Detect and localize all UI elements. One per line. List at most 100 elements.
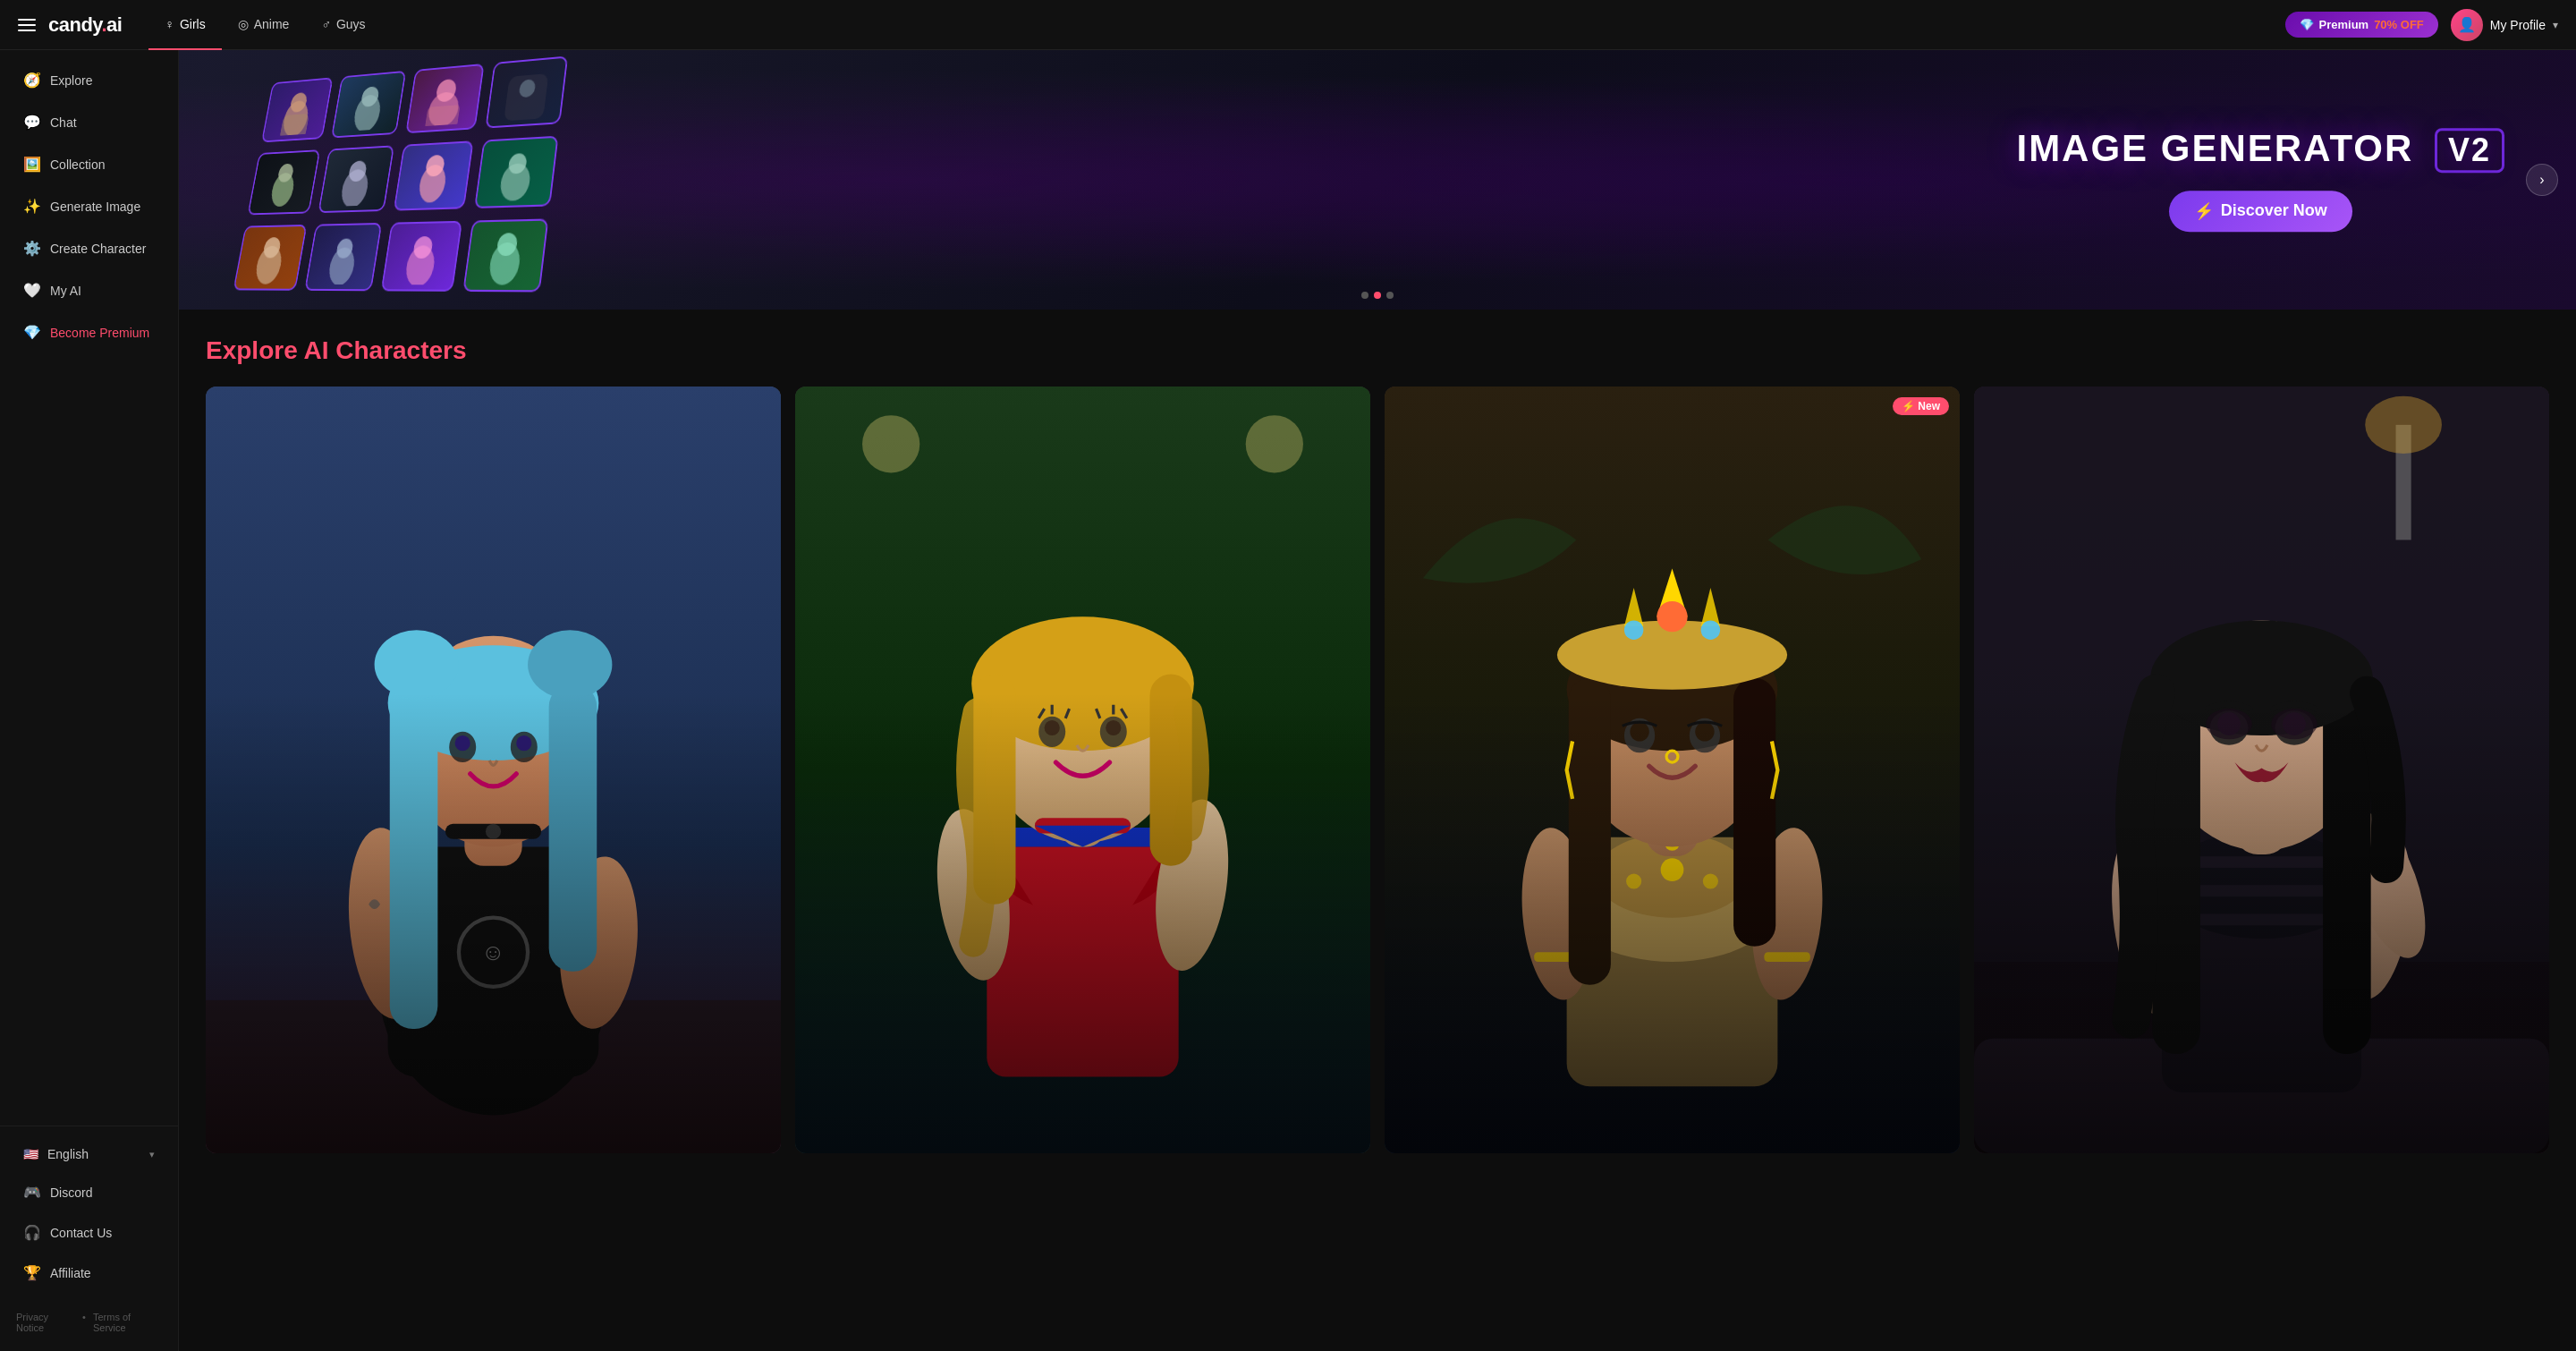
discover-icon: ⚡ (2194, 201, 2214, 221)
character-card-arabian[interactable]: ⚡ New (1385, 387, 1960, 1153)
phone-card (381, 221, 462, 292)
collection-icon: 🖼️ (23, 156, 41, 173)
char-image-3 (1385, 387, 1960, 1153)
card-gradient-4 (1974, 693, 2549, 1153)
banner-dot-3[interactable] (1386, 292, 1394, 299)
phone-card (405, 64, 484, 133)
char-image-2 (795, 387, 1370, 1153)
banner: IMAGE GENERATOR V2 ⚡ Discover Now › (179, 50, 2576, 310)
privacy-link[interactable]: Privacy Notice (16, 1312, 75, 1333)
sidebar-item-chat[interactable]: 💬 Chat (7, 103, 171, 141)
phone-grid (233, 55, 572, 297)
phone-card (485, 55, 568, 128)
sidebar-item-my-ai[interactable]: 🤍 My AI (7, 271, 171, 310)
svg-point-86 (1657, 601, 1687, 632)
nav-girls[interactable]: ♀ Girls (148, 0, 221, 50)
premium-sidebar-icon: 💎 (23, 324, 41, 341)
sidebar-item-become-premium[interactable]: 💎 Become Premium (7, 313, 171, 352)
avatar: 👤 (2451, 9, 2483, 41)
logo[interactable]: candy.ai (48, 13, 122, 37)
footer-separator: • (82, 1312, 86, 1333)
profile-chevron-icon: ▾ (2553, 19, 2558, 31)
banner-text: IMAGE GENERATOR V2 ⚡ Discover Now (2016, 128, 2504, 232)
profile-name: My Profile (2490, 18, 2546, 32)
character-card-cheerleader[interactable] (795, 387, 1370, 1153)
header: candy.ai ♀ Girls ◎ Anime ♂ Guys 💎 Premiu… (0, 0, 2576, 50)
generate-icon: ✨ (23, 198, 41, 215)
card-gradient-3 (1385, 693, 1960, 1153)
flag-icon: 🇺🇸 (23, 1147, 38, 1161)
sidebar-item-generate-image[interactable]: ✨ Generate Image (7, 187, 171, 225)
section-title-rest: AI Characters (303, 336, 466, 364)
sidebar-footer: Privacy Notice • Terms of Service (0, 1303, 178, 1342)
svg-point-97 (2365, 396, 2442, 454)
language-chevron-icon: ▾ (149, 1149, 155, 1160)
my-ai-icon: 🤍 (23, 282, 41, 299)
affiliate-icon: 🏆 (23, 1264, 41, 1281)
phone-card (462, 218, 548, 292)
phone-card (304, 223, 382, 291)
phone-card (394, 140, 474, 210)
banner-dot-1[interactable] (1361, 292, 1368, 299)
sidebar: 🧭 Explore 💬 Chat 🖼️ Collection ✨ Generat… (0, 50, 179, 1351)
banner-dot-2[interactable] (1374, 292, 1381, 299)
svg-rect-7 (424, 105, 460, 126)
sidebar-item-create-character[interactable]: ⚙️ Create Character (7, 229, 171, 268)
character-card-dark-beauty[interactable] (1974, 387, 2549, 1153)
nav-guys[interactable]: ♂ Guys (305, 0, 381, 50)
profile-area[interactable]: 👤 My Profile ▾ (2451, 9, 2558, 41)
phone-card (261, 77, 333, 142)
explore-icon: 🧭 (23, 72, 41, 89)
main-nav: ♀ Girls ◎ Anime ♂ Guys (148, 0, 2284, 50)
banner-next-arrow[interactable]: › (2526, 164, 2558, 196)
explore-section: Explore AI Characters (179, 310, 2576, 1171)
svg-point-37 (375, 630, 459, 699)
banner-dots (1361, 292, 1394, 299)
banner-phones (206, 50, 1524, 310)
layout: 🧭 Explore 💬 Chat 🖼️ Collection ✨ Generat… (0, 50, 2576, 1351)
svg-rect-2 (279, 114, 309, 136)
nav-anime[interactable]: ◎ Anime (222, 0, 306, 50)
new-badge: ⚡ New (1893, 397, 1949, 415)
sidebar-bottom: 🇺🇸 English ▾ 🎮 Discord 🎧 Contact Us 🏆 Af… (0, 1126, 178, 1303)
header-right: 💎 Premium 70% OFF 👤 My Profile ▾ (2285, 9, 2559, 41)
svg-point-88 (1701, 620, 1720, 639)
discord-icon: 🎮 (23, 1184, 41, 1201)
phone-card (318, 145, 394, 213)
sidebar-item-affiliate[interactable]: 🏆 Affiliate (7, 1253, 171, 1292)
sidebar-item-collection[interactable]: 🖼️ Collection (7, 145, 171, 183)
girls-icon: ♀ (165, 17, 174, 31)
main-content: IMAGE GENERATOR V2 ⚡ Discover Now › (179, 50, 2576, 1351)
phone-card (248, 149, 321, 215)
phone-card (474, 136, 558, 208)
svg-point-87 (1624, 620, 1643, 639)
phone-card (331, 71, 406, 139)
discover-now-button[interactable]: ⚡ Discover Now (2169, 191, 2352, 232)
terms-link[interactable]: Terms of Service (93, 1312, 162, 1333)
card-gradient-1 (206, 693, 781, 1153)
premium-icon: 💎 (2300, 18, 2314, 31)
sidebar-item-discord[interactable]: 🎮 Discord (7, 1173, 171, 1211)
sidebar-item-contact-us[interactable]: 🎧 Contact Us (7, 1213, 171, 1252)
char-image-1: ☺ (206, 387, 781, 1153)
svg-point-38 (528, 630, 612, 699)
char-image-4 (1974, 387, 2549, 1153)
create-character-icon: ⚙️ (23, 240, 41, 257)
hamburger-menu[interactable] (18, 19, 36, 31)
character-card-blue-hair[interactable]: ☺ (206, 387, 781, 1153)
banner-title: IMAGE GENERATOR V2 (2016, 128, 2504, 173)
guys-icon: ♂ (321, 17, 331, 31)
banner-v2-badge: V2 (2435, 128, 2504, 173)
premium-button[interactable]: 💎 Premium 70% OFF (2285, 12, 2438, 38)
characters-grid: ☺ (206, 387, 2549, 1153)
anime-icon: ◎ (238, 17, 249, 31)
section-title-highlight: Explore (206, 336, 298, 364)
logo-dot: . (101, 13, 106, 36)
card-gradient-2 (795, 693, 1370, 1153)
phone-card (233, 225, 308, 291)
chat-icon: 💬 (23, 114, 41, 131)
sidebar-item-language[interactable]: 🇺🇸 English ▾ (7, 1137, 171, 1171)
svg-point-49 (1246, 415, 1303, 472)
contact-icon: 🎧 (23, 1224, 41, 1241)
sidebar-item-explore[interactable]: 🧭 Explore (7, 61, 171, 99)
